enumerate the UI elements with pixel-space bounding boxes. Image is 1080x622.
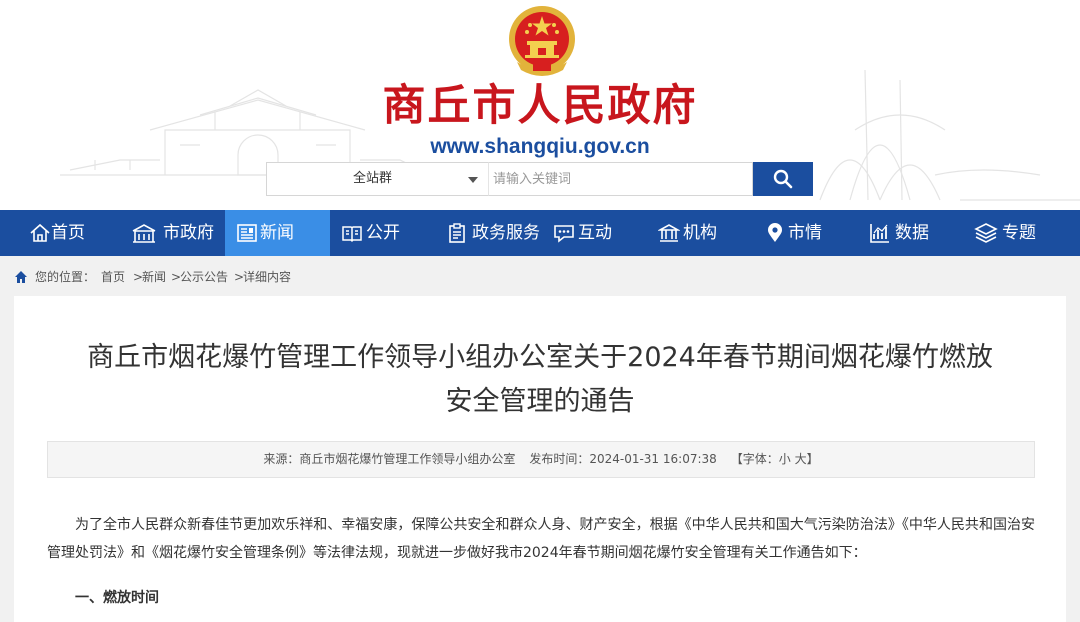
nav-label: 专题 (1002, 223, 1036, 243)
font-size-label: 【字体： (730, 452, 779, 466)
search-input[interactable] (488, 162, 753, 196)
font-size-close: 】 (806, 452, 819, 466)
site-title: 商丘市人民政府 (382, 81, 698, 131)
location-pin-icon (768, 223, 782, 242)
home-icon (15, 271, 27, 283)
search-bar: 全站群 (266, 162, 813, 196)
search-icon (773, 169, 793, 189)
breadcrumb-link-announcements[interactable]: 公示公告 (180, 268, 228, 286)
nav-label: 公开 (366, 223, 400, 243)
nav-item-data[interactable]: 数据 (869, 210, 939, 256)
nav-item-city-government[interactable]: 市政府 (131, 210, 221, 256)
chart-icon (870, 224, 889, 243)
breadcrumb-link-home[interactable]: 首页 (101, 268, 125, 286)
article-paragraph: 为了全市人民群众新春佳节更加欢乐祥和、幸福安康，保障公共安全和群众人身、财产安全… (47, 517, 1035, 561)
site-url[interactable]: www.shangqiu.gov.cn (370, 134, 710, 160)
nav-item-city-info[interactable]: 市情 (764, 210, 834, 256)
layers-icon (974, 223, 998, 243)
search-button[interactable] (753, 162, 813, 196)
nav-label: 互动 (578, 223, 612, 243)
nav-label: 机构 (683, 223, 717, 243)
nav-label: 市政府 (163, 223, 214, 243)
breadcrumb-current: 详细内容 (243, 270, 292, 284)
article-meta: 来源：商丘市烟花爆竹管理工作领导小组办公室 发布时间：2024-01-31 16:… (47, 441, 1035, 478)
nav-item-topics[interactable]: 专题 (974, 210, 1044, 256)
font-large-button[interactable]: 大 (795, 452, 807, 466)
nav-label: 数据 (895, 223, 929, 243)
nav-label: 政务服务 (472, 223, 540, 243)
main-nav: 首页 市政府 新闻 公开 政务服务 互动 机构 市情 数据 专题 (0, 210, 1080, 256)
institution-icon (658, 224, 680, 242)
article-publish-time: 发布时间：2024-01-31 16:07:38 (529, 452, 717, 466)
font-small-button[interactable]: 小 (779, 452, 791, 466)
nav-item-public[interactable]: 公开 (341, 210, 411, 256)
book-icon (342, 226, 362, 243)
section-heading: 一、燃放时间 (75, 590, 159, 606)
search-scope-label: 全站群 (353, 171, 393, 186)
article-source: 来源：商丘市烟花爆竹管理工作领导小组办公室 (263, 452, 516, 466)
home-icon (30, 223, 50, 242)
building-icon (132, 224, 156, 243)
nav-item-news[interactable]: 新闻 (225, 210, 330, 256)
nav-item-institutions[interactable]: 机构 (658, 210, 728, 256)
nav-item-interaction[interactable]: 互动 (552, 210, 622, 256)
site-header: 商丘市人民政府 www.shangqiu.gov.cn 全站群 (0, 0, 1080, 210)
breadcrumb-prefix: 您的位置： (35, 270, 96, 284)
article-title: 商丘市烟花爆竹管理工作领导小组办公室关于2024年春节期间烟花爆竹燃放安全管理的… (87, 342, 993, 417)
search-scope-select[interactable]: 全站群 (266, 162, 488, 196)
chat-icon (554, 225, 574, 243)
nav-label: 首页 (51, 223, 85, 243)
article-panel: 商丘市烟花爆竹管理工作领导小组办公室关于2024年春节期间烟花爆竹燃放安全管理的… (14, 296, 1066, 622)
nav-item-home[interactable]: 首页 (29, 210, 99, 256)
national-emblem-icon (509, 6, 575, 76)
caret-down-icon (468, 177, 478, 183)
news-icon (237, 224, 257, 242)
clipboard-icon (449, 223, 465, 243)
nav-label: 市情 (788, 223, 822, 243)
breadcrumb-link-news[interactable]: 新闻 (142, 268, 166, 286)
nav-label: 新闻 (260, 223, 294, 243)
nav-item-government-services[interactable]: 政务服务 (446, 210, 546, 256)
